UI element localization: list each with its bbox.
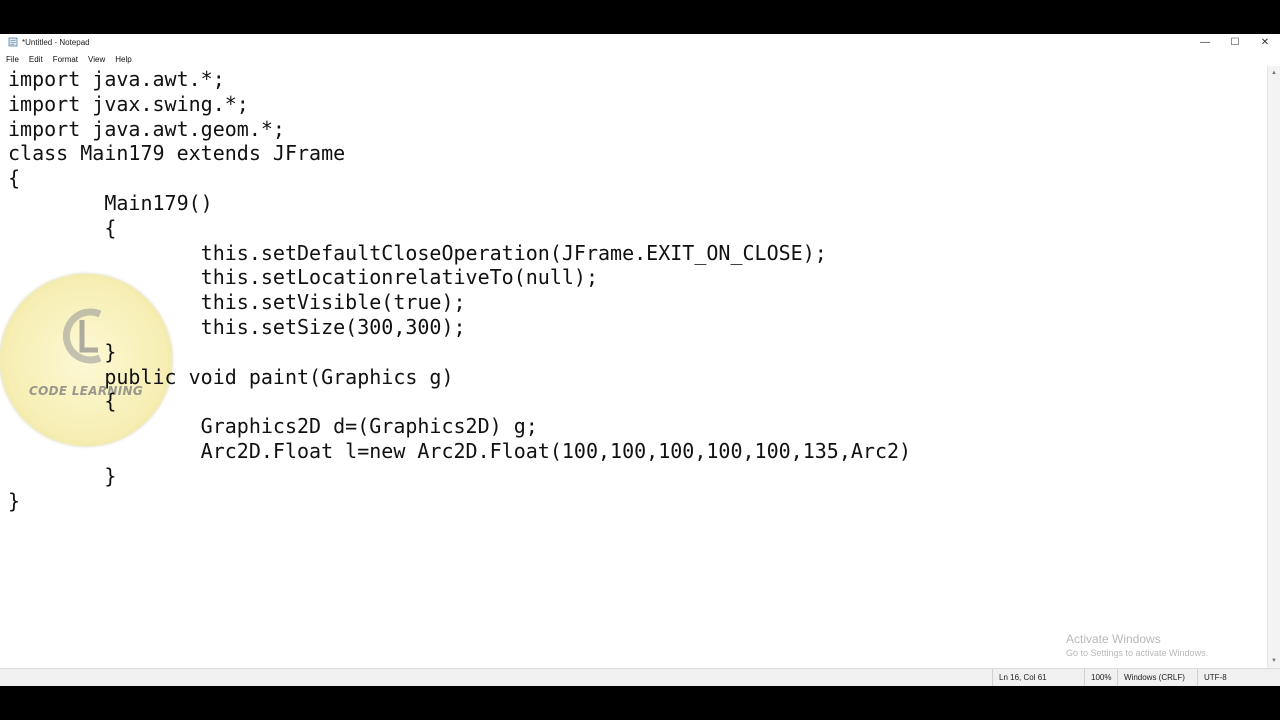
minimize-icon: — xyxy=(1200,36,1210,48)
window-controls: — ☐ ✕ xyxy=(1190,34,1280,50)
code-line: Graphics2D d=(Graphics2D) g; xyxy=(8,414,538,439)
notepad-window: *Untitled - Notepad — ☐ ✕ File Edit Form… xyxy=(0,34,1280,686)
vertical-scrollbar[interactable]: ▲ ▼ xyxy=(1267,66,1280,668)
menu-format[interactable]: Format xyxy=(47,55,82,64)
code-line: } xyxy=(8,488,21,513)
code-line: Main179() xyxy=(8,190,213,215)
code-line: import java.awt.geom.*; xyxy=(8,116,285,141)
menu-edit[interactable]: Edit xyxy=(23,55,47,64)
code-line: this.setDefaultCloseOperation(JFrame.EXI… xyxy=(8,240,827,265)
code-line: { xyxy=(8,389,117,414)
line-ending: Windows (CRLF) xyxy=(1117,669,1185,686)
close-button[interactable]: ✕ xyxy=(1250,34,1280,50)
code-line: Arc2D.Float l=new Arc2D.Float(100,100,10… xyxy=(8,438,912,463)
menu-help[interactable]: Help xyxy=(109,55,135,64)
menu-bar: File Edit Format View Help xyxy=(0,52,136,66)
menu-file[interactable]: File xyxy=(0,55,23,64)
code-line: this.setVisible(true); xyxy=(8,290,466,315)
code-line: this.setLocationrelativeTo(null); xyxy=(8,265,599,290)
code-line: class Main179 extends JFrame xyxy=(8,141,346,166)
scroll-up-icon[interactable]: ▲ xyxy=(1268,68,1280,78)
close-icon: ✕ xyxy=(1260,36,1270,48)
menu-view[interactable]: View xyxy=(82,55,109,64)
title-bar[interactable]: *Untitled - Notepad — ☐ ✕ xyxy=(0,34,1280,50)
code-text: import java.awt.*; import jvax.swing.*; im… xyxy=(8,67,911,513)
status-bar: Ln 16, Col 61 100% Windows (CRLF) UTF-8 xyxy=(0,668,1280,686)
code-line: import jvax.swing.*; xyxy=(8,91,249,116)
code-line: { xyxy=(8,215,117,240)
code-line: import java.awt.*; xyxy=(8,67,225,91)
window-title: *Untitled - Notepad xyxy=(22,37,90,47)
activate-title: Activate Windows xyxy=(1066,632,1161,646)
notepad-icon xyxy=(8,37,18,47)
maximize-icon: ☐ xyxy=(1230,36,1240,48)
activate-subtitle: Go to Settings to activate Windows. xyxy=(1066,648,1209,658)
code-line: } xyxy=(8,463,117,488)
maximize-button[interactable]: ☐ xyxy=(1220,34,1250,50)
scroll-down-icon[interactable]: ▼ xyxy=(1268,656,1280,666)
code-line: public void paint(Graphics g) xyxy=(8,364,454,389)
code-line: { xyxy=(8,166,21,191)
cursor-position: Ln 16, Col 61 xyxy=(992,669,1047,686)
zoom-level: 100% xyxy=(1084,669,1111,686)
code-line: this.setSize(300,300); xyxy=(8,314,466,339)
code-line: } xyxy=(8,339,117,364)
activate-windows-notice: Activate Windows Go to Settings to activ… xyxy=(1066,632,1208,658)
minimize-button[interactable]: — xyxy=(1190,34,1220,50)
encoding: UTF-8 xyxy=(1197,669,1227,686)
